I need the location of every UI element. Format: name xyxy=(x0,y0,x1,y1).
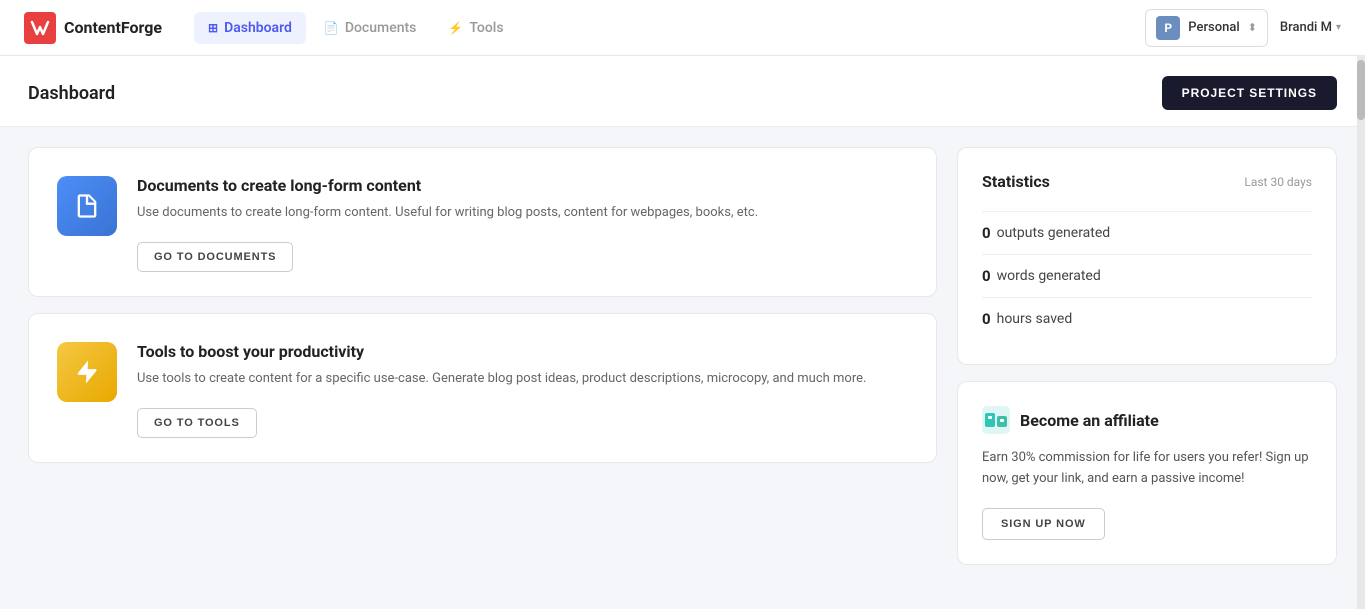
lightning-icon xyxy=(73,358,101,386)
stat-row-words: 0 words generated xyxy=(982,254,1312,297)
stat-row-outputs: 0 outputs generated xyxy=(982,211,1312,254)
affiliate-header: Become an affiliate xyxy=(982,406,1312,434)
tools-card-description: Use tools to create content for a specif… xyxy=(137,369,908,390)
nav-right: P Personal ⬍ Brandi M ▾ xyxy=(1145,9,1341,47)
project-settings-button[interactable]: PROJECT SETTINGS xyxy=(1162,76,1337,110)
right-column: Statistics Last 30 days 0 outputs genera… xyxy=(957,147,1337,565)
logo-icon xyxy=(24,12,56,44)
tools-icon: ⚡ xyxy=(448,21,463,35)
statistics-header: Statistics Last 30 days xyxy=(982,172,1312,191)
statistics-card: Statistics Last 30 days 0 outputs genera… xyxy=(957,147,1337,365)
documents-card-body: Documents to create long-form content Us… xyxy=(137,176,908,272)
documents-card-description: Use documents to create long-form conten… xyxy=(137,203,908,224)
statistics-period: Last 30 days xyxy=(1244,175,1312,189)
nav-item-documents[interactable]: 📄 Documents xyxy=(310,12,430,44)
workspace-chevron-icon: ⬍ xyxy=(1248,21,1257,34)
page-title: Dashboard xyxy=(28,83,115,104)
nav-item-dashboard[interactable]: ⊞ Dashboard xyxy=(194,12,306,44)
nav-links: ⊞ Dashboard 📄 Documents ⚡ Tools xyxy=(194,12,1145,44)
affiliate-description: Earn 30% commission for life for users y… xyxy=(982,448,1312,490)
user-menu[interactable]: Brandi M ▾ xyxy=(1280,20,1341,35)
documents-card-title: Documents to create long-form content xyxy=(137,176,908,195)
tools-card-title: Tools to boost your productivity xyxy=(137,342,908,361)
scroll-thumb xyxy=(1357,60,1365,120)
workspace-avatar: P xyxy=(1156,16,1180,40)
affiliate-card: Become an affiliate Earn 30% commission … xyxy=(957,381,1337,565)
stat-words-label: words generated xyxy=(997,268,1101,284)
stat-words-number: 0 xyxy=(982,267,991,285)
go-to-tools-button[interactable]: GO TO TOOLS xyxy=(137,408,257,438)
dashboard-icon: ⊞ xyxy=(208,21,218,35)
affiliate-icon xyxy=(982,406,1010,434)
documents-card-icon xyxy=(57,176,117,236)
statistics-title: Statistics xyxy=(982,172,1050,191)
tools-card-body: Tools to boost your productivity Use too… xyxy=(137,342,908,438)
sign-up-now-button[interactable]: SIGN UP NOW xyxy=(982,508,1105,540)
left-column: Documents to create long-form content Us… xyxy=(28,147,937,565)
scrollbar[interactable] xyxy=(1357,56,1365,609)
logo-text: ContentForge xyxy=(64,18,162,37)
documents-icon: 📄 xyxy=(324,21,339,35)
tools-card: Tools to boost your productivity Use too… xyxy=(28,313,937,463)
documents-card: Documents to create long-form content Us… xyxy=(28,147,937,297)
logo[interactable]: ContentForge xyxy=(24,12,162,44)
workspace-selector[interactable]: P Personal ⬍ xyxy=(1145,9,1268,47)
stat-hours-label: hours saved xyxy=(997,311,1073,327)
page-header: Dashboard PROJECT SETTINGS xyxy=(0,56,1365,127)
go-to-documents-button[interactable]: GO TO DOCUMENTS xyxy=(137,242,293,272)
document-icon xyxy=(73,192,101,220)
affiliate-title: Become an affiliate xyxy=(1020,411,1159,430)
stat-outputs-label: outputs generated xyxy=(997,225,1111,241)
stat-row-hours: 0 hours saved xyxy=(982,297,1312,340)
workspace-name: Personal xyxy=(1188,20,1239,35)
tools-card-icon xyxy=(57,342,117,402)
nav-item-tools[interactable]: ⚡ Tools xyxy=(434,12,517,44)
main-content: Documents to create long-form content Us… xyxy=(0,127,1365,585)
top-navigation: ContentForge ⊞ Dashboard 📄 Documents ⚡ T… xyxy=(0,0,1365,56)
stat-hours-number: 0 xyxy=(982,310,991,328)
user-chevron-icon: ▾ xyxy=(1336,22,1341,33)
stat-outputs-number: 0 xyxy=(982,224,991,242)
